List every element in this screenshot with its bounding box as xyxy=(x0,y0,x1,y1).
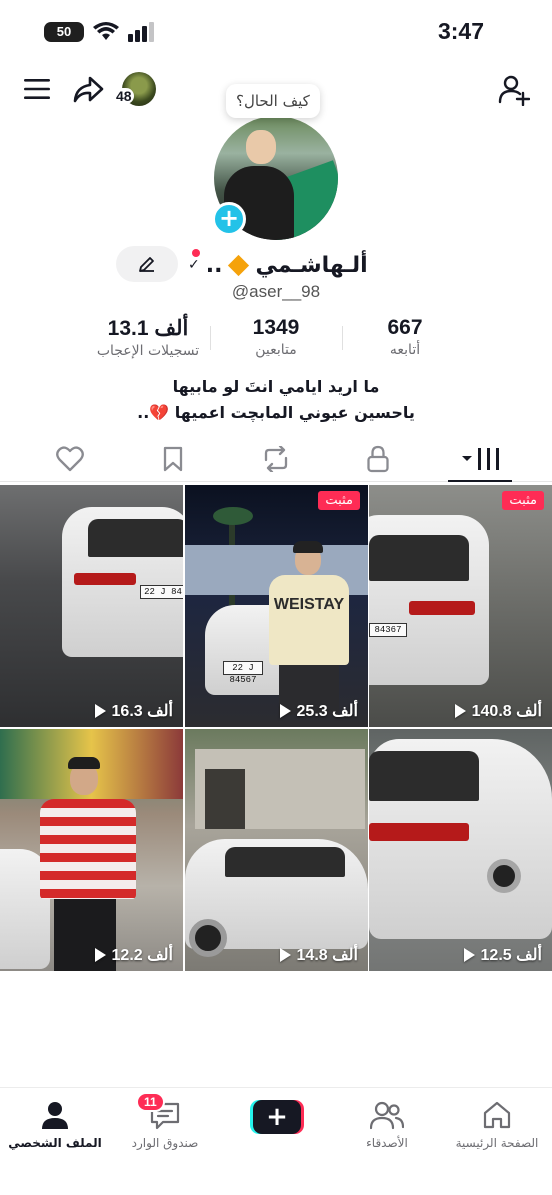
profile-person-icon xyxy=(42,1102,68,1129)
likes-label: تسجيلات الإعجاب xyxy=(96,343,200,359)
tab-videos[interactable] xyxy=(458,442,504,476)
likes-stat[interactable]: 13.1 ألف تسجيلات الإعجاب xyxy=(78,316,218,359)
active-tab-indicator xyxy=(448,480,512,482)
chevron-down-icon: ✓ xyxy=(188,257,200,273)
friends-icon xyxy=(370,1101,404,1130)
nav-profile-label: الملف الشخصي xyxy=(8,1136,102,1150)
heart-icon xyxy=(56,446,84,472)
tab-liked[interactable] xyxy=(50,442,90,476)
name-suffix: .. xyxy=(205,252,223,278)
following-stat[interactable]: 667 أتابعه xyxy=(335,316,475,358)
nav-profile[interactable]: الملف الشخصي xyxy=(0,1098,110,1150)
battery-indicator: 50 xyxy=(44,22,84,42)
nav-inbox[interactable]: صندوق الوارد xyxy=(110,1098,220,1150)
display-name: ألـهاشـمي xyxy=(255,252,368,278)
add-story-button[interactable]: + xyxy=(212,202,246,236)
view-count: 12.2 ألف xyxy=(94,945,173,965)
play-icon xyxy=(279,948,291,962)
play-icon xyxy=(279,704,291,718)
view-count: 14.8 ألف xyxy=(279,945,358,965)
display-name-row[interactable]: ✓ .. ألـهاشـمي xyxy=(188,248,368,282)
lock-icon xyxy=(367,445,389,473)
nav-inbox-label: صندوق الوارد xyxy=(131,1136,199,1150)
pencil-icon xyxy=(139,257,154,272)
bio-line-1: ما اريد ايامي انتَ لو مابيها xyxy=(172,377,380,396)
pinned-badge: مثبت xyxy=(502,491,544,510)
followers-count: 1349 xyxy=(252,316,300,339)
bookmark-icon xyxy=(163,446,183,472)
hamburger-menu-icon xyxy=(24,79,50,99)
add-friend-button[interactable] xyxy=(496,72,532,108)
video-thumbnail[interactable]: 12.5 ألف xyxy=(369,729,552,971)
status-note-bubble[interactable]: كيف الحال؟ xyxy=(226,84,320,118)
following-count: 667 xyxy=(387,316,423,339)
bottom-navigation: الصفحة الرئيسية الأصدقاء + صندوق الوارد … xyxy=(0,1087,552,1195)
profile-stats: 667 أتابعه 1349 متابعين 13.1 ألف تسجيلات… xyxy=(0,316,552,366)
home-icon xyxy=(483,1101,511,1129)
menu-button[interactable] xyxy=(22,74,52,104)
video-thumbnail[interactable]: 22 J 84567 WEISTAY مثبت 25.3 ألف xyxy=(185,485,368,727)
nav-friends[interactable]: الأصدقاء xyxy=(332,1098,442,1150)
content-tabs xyxy=(0,436,552,482)
video-thumbnail[interactable]: 12.2 ألف xyxy=(0,729,183,971)
diamond-icon xyxy=(228,254,250,276)
tab-private[interactable] xyxy=(358,442,398,476)
create-video-button[interactable]: + xyxy=(250,1100,304,1134)
tab-reposts[interactable] xyxy=(256,442,296,476)
plus-icon: + xyxy=(253,1100,301,1134)
play-icon xyxy=(454,704,466,718)
play-icon xyxy=(94,948,106,962)
view-count: 12.5 ألف xyxy=(463,945,542,965)
view-count: 25.3 ألف xyxy=(279,701,358,721)
avatar-figure-head xyxy=(246,130,276,164)
cellular-signal-icon xyxy=(128,22,154,42)
nav-home-label: الصفحة الرئيسية xyxy=(455,1136,539,1150)
friends-count: 48 xyxy=(114,88,134,104)
view-count: 140.8 ألف xyxy=(454,701,542,721)
share-arrow-icon xyxy=(73,76,104,103)
video-thumbnail[interactable]: 14.8 ألف xyxy=(185,729,368,971)
tab-favorites[interactable] xyxy=(153,442,193,476)
profile-bio: ما اريد ايامي انتَ لو مابيها ياحسين عيون… xyxy=(0,374,552,426)
nav-friends-label: الأصدقاء xyxy=(366,1136,408,1150)
edit-profile-button[interactable] xyxy=(116,246,178,282)
video-thumbnail[interactable]: 84367 مثبت 140.8 ألف xyxy=(369,485,552,727)
following-label: أتابعه xyxy=(389,342,421,358)
video-grid-icon xyxy=(462,448,499,470)
followers-label: متابعين xyxy=(255,342,297,358)
add-person-icon xyxy=(498,75,530,106)
pinned-badge: مثبت xyxy=(318,491,360,510)
status-bar: 50 3:47 xyxy=(0,0,552,62)
followers-stat[interactable]: 1349 متابعين xyxy=(206,316,346,358)
nav-home[interactable]: الصفحة الرئيسية xyxy=(442,1098,552,1150)
clock: 3:47 xyxy=(437,18,484,44)
play-icon xyxy=(94,704,106,718)
share-profile-button[interactable] xyxy=(70,72,106,108)
bio-line-2: ياحسين عيوني المابچت اعميها 💔.. xyxy=(137,403,415,422)
repost-icon xyxy=(264,446,288,472)
likes-count: 13.1 ألف xyxy=(107,317,189,340)
username: @aser__98 xyxy=(231,282,321,301)
video-thumbnail[interactable]: 22 J 84 16.3 ألف xyxy=(0,485,183,727)
wifi-icon xyxy=(93,22,119,40)
play-icon xyxy=(463,948,475,962)
view-count: 16.3 ألف xyxy=(94,701,173,721)
inbox-unread-badge: 11 xyxy=(136,1092,165,1112)
